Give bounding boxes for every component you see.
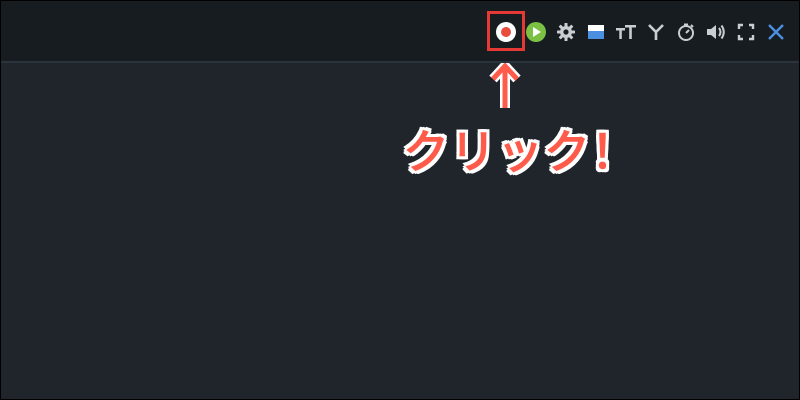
arrow-up-icon bbox=[489, 63, 521, 108]
close-button[interactable] bbox=[765, 21, 787, 43]
gear-icon bbox=[556, 22, 576, 42]
record-icon bbox=[495, 21, 517, 43]
filter-button[interactable] bbox=[645, 21, 667, 43]
top-toolbar-bar bbox=[1, 1, 799, 63]
volume-button[interactable] bbox=[705, 21, 727, 43]
record-button[interactable] bbox=[487, 11, 525, 51]
fullscreen-icon bbox=[736, 22, 756, 42]
play-icon bbox=[525, 21, 547, 43]
toolbar bbox=[487, 11, 787, 51]
play-button[interactable] bbox=[525, 21, 547, 43]
close-icon bbox=[766, 22, 786, 42]
text-size-button[interactable] bbox=[615, 21, 637, 43]
layout-button[interactable] bbox=[585, 21, 607, 43]
timer-icon bbox=[676, 22, 696, 42]
fullscreen-button[interactable] bbox=[735, 21, 757, 43]
fork-icon bbox=[646, 22, 666, 42]
text-size-icon bbox=[615, 22, 637, 42]
speaker-icon bbox=[705, 22, 727, 42]
timer-button[interactable] bbox=[675, 21, 697, 43]
settings-button[interactable] bbox=[555, 21, 577, 43]
app-window: クリック！ bbox=[0, 0, 800, 400]
panel-icon bbox=[586, 22, 606, 42]
annotation-label: クリック！ bbox=[403, 125, 638, 179]
